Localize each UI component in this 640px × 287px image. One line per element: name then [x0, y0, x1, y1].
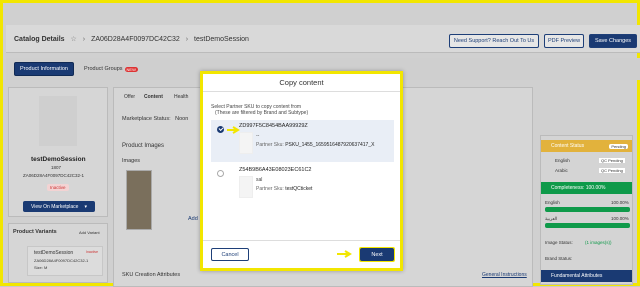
variant-size: Size: M: [34, 265, 48, 270]
product-sku: ZA06D28A4F0097DC42C32-1: [23, 173, 85, 178]
images-label: Images: [122, 158, 141, 164]
breadcrumb-separator: ›: [185, 36, 189, 43]
option-title: --: [256, 133, 260, 139]
subtab-health[interactable]: Health: [174, 94, 188, 100]
product-card: testDemoSession 1807 ZA06D28A4F0097DC42C…: [8, 87, 108, 217]
star-icon[interactable]: ☆: [71, 36, 77, 43]
save-changes-button[interactable]: Save Changes: [589, 34, 637, 48]
product-image-thumbnail[interactable]: [126, 170, 152, 230]
brand-status-label: Brand Status:: [545, 256, 573, 261]
content-status-label: Content Status: [551, 143, 585, 149]
view-on-marketplace-button[interactable]: View On Marketplace ▾: [23, 201, 95, 212]
variant-item[interactable]: testDemoSession Inactive ZA06D28A4F0097D…: [27, 246, 103, 276]
view-on-marketplace-label: View On Marketplace: [31, 203, 79, 210]
page-header: Catalog Details ☆ › ZA06D28A4F0097DC42C3…: [6, 25, 640, 53]
pdf-preview-button[interactable]: PDF Preview: [544, 34, 584, 48]
product-variants-panel: Product Variants Add Variant testDemoSes…: [8, 223, 108, 283]
partner-sku-value: PSKU_1455_1659516487920637417_X: [285, 142, 375, 148]
radio-unselected-icon[interactable]: [217, 170, 224, 177]
breadcrumb-separator: ›: [82, 36, 86, 43]
product-name: testDemoSession: [31, 156, 86, 163]
fundamental-attributes-header[interactable]: Fundamental Attributes: [541, 270, 632, 282]
tab-product-groups[interactable]: Product Groups NEW: [80, 62, 142, 76]
chevron-down-icon: ▾: [84, 203, 87, 210]
modal-description-line2: (These are filtered by Brand and Subtype…: [215, 110, 309, 116]
completeness-arabic-pct: 100.00%: [611, 216, 629, 221]
fundamental-attributes-label: Fundamental Attributes: [551, 273, 603, 279]
content-status-header[interactable]: Content Status Pending: [541, 140, 632, 152]
modal-divider: [203, 91, 400, 92]
arabic-qc-badge: QC Pending: [599, 168, 625, 173]
marketplace-status: Marketplace Status: Noon: [122, 116, 188, 122]
option-partner-sku: Partner Sku: PSKU_1455_16595164879206374…: [256, 142, 374, 148]
breadcrumb: Catalog Details ☆ › ZA06D28A4F0097DC42C3…: [14, 35, 249, 43]
sku-creation-attributes-heading: SKU Creation Attributes: [122, 272, 181, 278]
need-support-button[interactable]: Need Support? Reach Out To Us: [449, 34, 539, 48]
option-sku: Z54B9B6A43E08023EC61C2: [239, 167, 312, 173]
image-status-label: Image Status:: [545, 240, 573, 245]
page-title: Catalog Details: [14, 36, 65, 43]
radio-selected-icon[interactable]: [217, 126, 224, 133]
partner-sku-label: Partner Sku:: [256, 142, 284, 148]
copy-content-modal: Copy content Select Partner SKU to copy …: [200, 71, 403, 271]
partner-sku-value: testQCticket: [285, 186, 313, 192]
variant-name: testDemoSession: [34, 250, 74, 256]
modal-title: Copy content: [279, 78, 324, 87]
marketplace-status-label: Marketplace Status:: [122, 116, 171, 122]
status-panel: Content Status Pending English QC Pendin…: [540, 135, 633, 285]
status-badge: Inactive: [47, 184, 69, 191]
partner-sku-label: Partner Sku:: [256, 186, 284, 192]
add-image-link[interactable]: Add: [188, 216, 198, 222]
modal-footer-divider: [203, 240, 400, 241]
sku-option-1[interactable]: ZD997F5C8454BAA99929Z -- Partner Sku: PS…: [211, 120, 394, 162]
english-label: English: [555, 158, 570, 163]
next-button[interactable]: Next: [360, 248, 394, 261]
add-variant-link[interactable]: Add Variant: [79, 230, 100, 235]
completeness-label: Completeness: 100.00%: [551, 185, 606, 191]
option-sku: ZD997F5C8454BAA99929Z: [239, 123, 308, 129]
screenshot-frame: Catalog Details ☆ › ZA06D28A4F0097DC42C3…: [0, 0, 640, 287]
general-instructions-link[interactable]: General Instructions: [482, 272, 527, 278]
modal-description: Select Partner SKU to copy content from …: [211, 104, 308, 116]
subtab-content[interactable]: Content: [144, 94, 163, 100]
option-thumbnail: [239, 176, 253, 198]
product-images-heading: Product Images: [122, 143, 165, 149]
variant-sku: ZA06D28A4F0097DC42C32-1: [34, 258, 89, 263]
completeness-english-label: English: [545, 200, 560, 205]
product-image-placeholder: [39, 96, 77, 146]
option-thumbnail: [239, 132, 253, 154]
sku-option-2[interactable]: Z54B9B6A43E08023EC61C2 sal Partner Sku: …: [211, 164, 394, 206]
breadcrumb-sku[interactable]: ZA06D28A4F0097DC42C32: [91, 36, 180, 43]
breadcrumb-session[interactable]: testDemoSession: [194, 36, 249, 43]
variants-title: Product Variants: [13, 229, 57, 235]
completeness-header[interactable]: Completeness: 100.00%: [541, 182, 632, 194]
subtab-offer[interactable]: Offer: [124, 94, 135, 100]
arabic-progress-bar: [545, 223, 630, 228]
image-status-value: (1 images(s)): [585, 240, 612, 245]
tab-product-information[interactable]: Product Information: [14, 62, 74, 76]
product-code: 1807: [51, 165, 62, 170]
completeness-arabic-label: العربية: [545, 216, 558, 221]
arrow-right-icon: [337, 250, 352, 258]
new-badge: NEW: [124, 66, 138, 72]
completeness-english-pct: 100.00%: [611, 200, 629, 205]
option-title: sal: [256, 177, 263, 183]
english-progress-bar: [545, 207, 630, 212]
english-qc-badge: QC Pending: [599, 158, 625, 163]
cancel-button[interactable]: Cancel: [211, 248, 249, 261]
arabic-label: Arabic: [555, 168, 568, 173]
option-partner-sku: Partner Sku: testQCticket: [256, 186, 312, 192]
pending-badge: Pending: [609, 143, 628, 149]
marketplace-status-value[interactable]: Noon: [175, 116, 188, 122]
tab-product-groups-label: Product Groups: [84, 66, 123, 72]
variant-status-badge: Inactive: [86, 250, 99, 254]
